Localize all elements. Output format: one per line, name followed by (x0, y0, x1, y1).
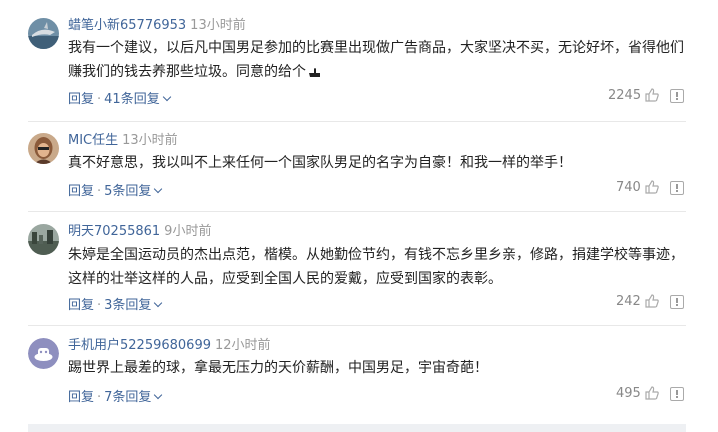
like-thumb-icon[interactable] (644, 385, 660, 401)
like-thumb-icon[interactable] (644, 293, 660, 309)
view-replies-button[interactable]: 41条回复 (104, 92, 171, 107)
comment-text: 我有一个建议，以后凡中国男足参加的比赛里出现做广告商品，大家坚决不买，无论好坏，… (68, 36, 688, 86)
pointing-hand-icon (308, 62, 321, 86)
comment-header: 蜡笔小新65776953 13小时前 (68, 18, 246, 34)
bottom-bar (28, 424, 686, 432)
view-replies-button[interactable]: 3条回复 (104, 298, 163, 313)
chevron-down-icon (154, 298, 163, 308)
reply-button[interactable]: 回复 (68, 92, 94, 107)
timestamp: 9小时前 (164, 224, 212, 239)
view-replies-button[interactable]: 5条回复 (104, 184, 163, 199)
username-link[interactable]: 蜡笔小新65776953 (68, 18, 186, 33)
reply-button[interactable]: 回复 (68, 390, 94, 405)
comment-text: 踢世界上最差的球，拿最无压力的天价薪酬，中国男足，宇宙奇葩！ (68, 360, 488, 376)
comment-header: 明天70255861 9小时前 (68, 224, 211, 240)
user-avatar[interactable] (28, 224, 59, 255)
comment-actions: 回复 · 5条回复 (68, 180, 163, 199)
like-count: 495 (616, 386, 641, 401)
reply-button[interactable]: 回复 (68, 298, 94, 313)
username-link[interactable]: MIC任生 (68, 133, 118, 148)
divider (28, 325, 686, 326)
username-link[interactable]: 明天70255861 (68, 224, 160, 239)
user-avatar[interactable] (28, 18, 59, 49)
divider (28, 211, 686, 212)
separator: · (97, 184, 102, 199)
comment-actions: 回复 · 3条回复 (68, 294, 163, 313)
like-thumb-icon[interactable] (644, 87, 660, 103)
comment-actions: 回复 · 41条回复 (68, 88, 171, 107)
timestamp: 13小时前 (190, 18, 246, 33)
divider (28, 121, 686, 122)
like-count: 2245 (608, 88, 642, 103)
report-icon[interactable] (670, 181, 684, 195)
like-count: 242 (616, 294, 641, 309)
view-replies-button[interactable]: 7条回复 (104, 390, 163, 405)
timestamp: 13小时前 (122, 133, 178, 148)
comment-text: 朱婷是全国运动员的杰出点范，楷模。从她勤俭节约，有钱不忘乡里乡亲，修路，捐建学校… (68, 247, 684, 287)
username-link[interactable]: 手机用户52259680699 (68, 338, 211, 353)
comment-text: 真不好意思，我以叫不上来任何一个国家队男足的名字为自豪！和我一样的举手！ (68, 155, 572, 171)
separator: · (97, 92, 102, 107)
chevron-down-icon (154, 184, 163, 194)
report-icon[interactable] (670, 295, 684, 309)
comment-header: 手机用户52259680699 12小时前 (68, 338, 271, 354)
separator: · (97, 390, 102, 405)
separator: · (97, 298, 102, 313)
user-avatar[interactable] (28, 338, 59, 369)
like-count: 740 (616, 180, 641, 195)
chevron-down-icon (162, 92, 171, 102)
reply-button[interactable]: 回复 (68, 184, 94, 199)
timestamp: 12小时前 (214, 338, 271, 353)
comment-header: MIC任生 13小时前 (68, 133, 178, 149)
like-thumb-icon[interactable] (644, 179, 660, 195)
user-avatar[interactable] (28, 133, 59, 164)
report-icon[interactable] (670, 387, 684, 401)
comment-actions: 回复 · 7条回复 (68, 386, 163, 405)
report-icon[interactable] (670, 89, 684, 103)
chevron-down-icon (154, 390, 163, 400)
